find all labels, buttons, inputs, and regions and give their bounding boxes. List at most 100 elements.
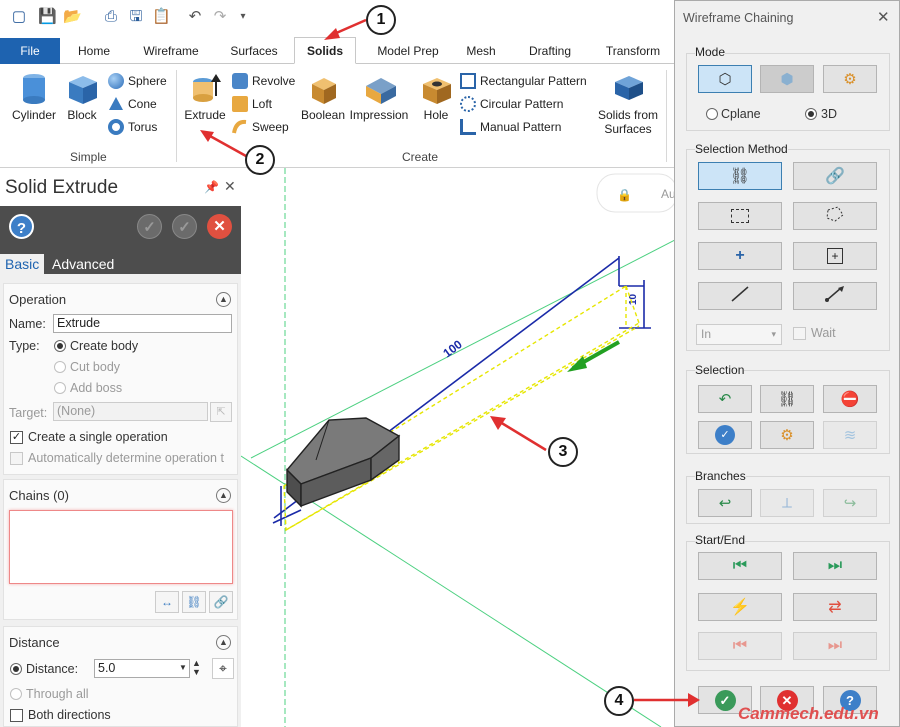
through-all-radio[interactable] (10, 688, 22, 700)
tab-drafting[interactable]: Drafting (514, 38, 586, 64)
tab-solids[interactable]: Solids (294, 37, 356, 64)
print-icon[interactable]: ⎙ (102, 8, 120, 26)
cylinder-button[interactable]: Cylinder (6, 72, 62, 122)
solids-from-surfaces-button[interactable]: Solids from Surfaces (594, 72, 662, 136)
similar-chains-button[interactable]: ≋ (823, 421, 877, 449)
customize-qat-icon[interactable]: ▾ (234, 8, 252, 26)
start-back-button[interactable]: ⏮ (698, 632, 782, 660)
impression-label: Impression (349, 108, 409, 122)
3d-radio[interactable] (805, 108, 817, 120)
chain-options-button[interactable]: ⚙ (760, 421, 814, 449)
branch-back-button[interactable]: ↩ (698, 489, 752, 517)
start-first-button[interactable]: ⏮ (698, 552, 782, 580)
clipboard-icon[interactable]: 📋 (152, 8, 171, 26)
partial-mode-button[interactable] (793, 282, 877, 310)
reverse-chain-icon[interactable]: ↔ (155, 591, 179, 613)
unselect-button[interactable]: ↶ (698, 385, 752, 413)
chain-manager-icon[interactable]: 🔗 (209, 591, 233, 613)
select-last-button[interactable]: ⛓ (760, 385, 814, 413)
area-mode-button[interactable]: + (793, 242, 877, 270)
clear-selection-button[interactable]: ⛔ (823, 385, 877, 413)
both-directions-checkbox[interactable] (10, 709, 23, 722)
loft-button[interactable]: Loft (232, 96, 272, 112)
vector-mode-button[interactable] (698, 282, 782, 310)
branch-axis-icon: ⟂ (781, 494, 792, 512)
tab-advanced[interactable]: Advanced (47, 254, 119, 274)
collapse-icon[interactable]: ▲ (216, 292, 231, 307)
target-input[interactable]: (None) (53, 402, 208, 421)
wait-checkbox[interactable] (793, 327, 806, 340)
collapse-icon[interactable]: ▲ (216, 488, 231, 503)
revolve-button[interactable]: Revolve (232, 73, 295, 89)
dynamic-start-button[interactable]: ⚡ (698, 593, 782, 621)
tab-transform[interactable]: Transform (596, 38, 670, 64)
solid-mode-button[interactable]: ⬢ (760, 65, 814, 93)
distance-input[interactable]: 5.0 (94, 659, 190, 678)
circular-pattern-button[interactable]: Circular Pattern (460, 96, 563, 112)
close-icon[interactable]: ✕ (877, 8, 890, 26)
tab-wireframe[interactable]: Wireframe (132, 38, 210, 64)
tab-basic[interactable]: Basic (0, 254, 45, 274)
point-mode-button[interactable]: + (698, 242, 782, 270)
ok-button[interactable]: ✓ (172, 214, 197, 239)
impression-button[interactable]: Impression (348, 72, 410, 122)
chains-list[interactable] (9, 510, 233, 584)
save-icon[interactable]: 💾 (38, 8, 57, 26)
rectangular-pattern-button[interactable]: Rectangular Pattern (460, 73, 587, 89)
cone-button[interactable]: Cone (108, 96, 157, 112)
pin-icon[interactable]: 📌 (204, 180, 219, 194)
add-boss-radio[interactable] (54, 382, 66, 394)
extrude-button[interactable]: Extrude (180, 72, 230, 122)
collapse-icon[interactable]: ▲ (216, 635, 231, 650)
end-selection-button[interactable]: ✓ (698, 421, 752, 449)
close-icon[interactable]: ✕ (224, 178, 236, 195)
new-file-icon[interactable]: ▢ (10, 8, 28, 26)
ok-new-button[interactable]: ✓ (137, 214, 162, 239)
distance-radio[interactable] (10, 663, 22, 675)
polygon-mode-button[interactable] (793, 202, 877, 230)
tab-home[interactable]: Home (68, 38, 120, 64)
sphere-button[interactable]: Sphere (108, 73, 167, 89)
help-button[interactable]: ? (9, 214, 34, 239)
single-operation-checkbox[interactable]: ✓ (10, 431, 23, 444)
dropdown-icon[interactable]: ▼ (179, 663, 187, 672)
name-input[interactable]: Extrude (53, 314, 232, 333)
block-button[interactable]: Block (62, 72, 102, 122)
end-last-button[interactable]: ⏭ (793, 552, 877, 580)
add-chain-icon[interactable]: ⛓ (182, 591, 206, 613)
solid-cube-icon: ⬢ (780, 71, 794, 88)
cut-body-radio[interactable] (54, 361, 66, 373)
tab-surfaces[interactable]: Surfaces (220, 38, 288, 64)
group-label-create: Create (402, 150, 439, 164)
graphics-viewport[interactable]: 🔒 Au 100 10 (241, 168, 675, 727)
sweep-button[interactable]: Sweep (232, 119, 289, 135)
manual-pattern-button[interactable]: Manual Pattern (460, 119, 561, 135)
cplane-radio[interactable] (706, 108, 718, 120)
boolean-button[interactable]: Boolean (298, 72, 348, 122)
tab-model-prep[interactable]: Model Prep (364, 38, 452, 64)
create-body-radio[interactable] (54, 340, 66, 352)
window-mode-button[interactable] (698, 202, 782, 230)
hole-button[interactable]: Hole (416, 72, 456, 122)
branch-axis-button[interactable]: ⟂ (760, 489, 814, 517)
window-type-select[interactable]: In ▾ (696, 324, 782, 345)
wireframe-mode-button[interactable]: ⬡ (698, 65, 752, 93)
settings-button[interactable]: ⚙ (823, 65, 877, 93)
undo-icon[interactable]: ↶ (186, 8, 204, 26)
save-as-icon[interactable]: 🖫 (127, 8, 145, 26)
crosshair-icon[interactable]: ⌖ (212, 658, 234, 679)
torus-button[interactable]: Torus (108, 119, 157, 135)
auto-operation-checkbox[interactable] (10, 452, 23, 465)
reverse-direction-button[interactable]: ⇄ (793, 593, 877, 621)
chain-mode-button[interactable]: ⛓ (698, 162, 782, 190)
single-mode-button[interactable]: 🔗 (793, 162, 877, 190)
end-forward-button[interactable]: ⏭ (793, 632, 877, 660)
select-target-icon[interactable]: ⇱ (210, 402, 232, 422)
open-folder-icon[interactable]: 📂 (63, 8, 82, 26)
spinner-icon[interactable]: ▲ ▼ (192, 659, 201, 677)
branch-forward-button[interactable]: ↪ (823, 489, 877, 517)
tab-file[interactable]: File (0, 38, 60, 64)
redo-icon[interactable]: ↷ (211, 8, 229, 26)
cancel-button[interactable]: ✕ (207, 214, 232, 239)
tab-mesh[interactable]: Mesh (458, 38, 504, 64)
